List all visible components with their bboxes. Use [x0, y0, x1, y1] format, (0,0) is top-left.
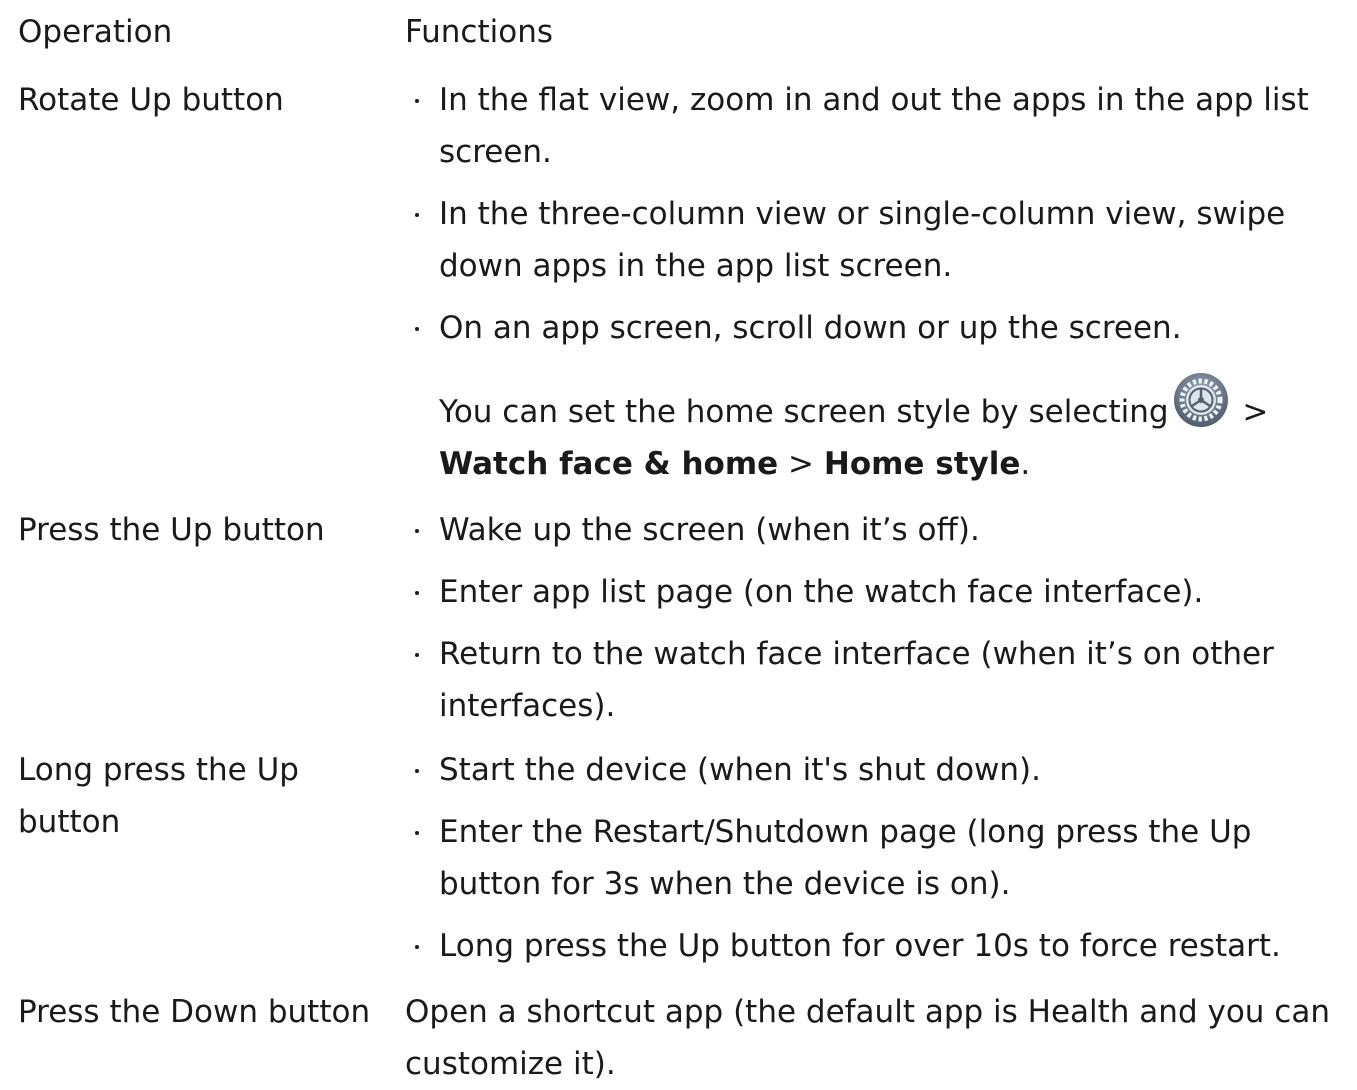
settings-gear-icon [1173, 372, 1229, 428]
function-list: Start the device (when it's shut down). … [405, 744, 1348, 972]
table-row: Rotate Up button In the flat view, zoom … [18, 74, 1348, 490]
note-prefix: You can set the home screen style by sel… [439, 394, 1169, 430]
function-list: Wake up the screen (when it’s off). Ente… [405, 504, 1348, 732]
functions-column-header: Functions [405, 14, 554, 50]
watch-face-home-label: Watch face & home [439, 446, 779, 482]
note-separator: > [778, 446, 824, 482]
home-style-label: Home style [823, 446, 1021, 482]
note-suffix: . [1020, 446, 1031, 482]
table-row: Press the Down button Open a shortcut ap… [18, 986, 1348, 1090]
function-list: In the flat view, zoom in and out the ap… [405, 74, 1348, 354]
home-style-note: You can set the home screen style by sel… [405, 372, 1348, 490]
list-item: Wake up the screen (when it’s off). [405, 504, 1348, 556]
list-item: In the flat view, zoom in and out the ap… [405, 74, 1348, 178]
list-item: On an app screen, scroll down or up the … [405, 302, 1348, 354]
functions-cell: In the flat view, zoom in and out the ap… [405, 74, 1348, 490]
list-item: Start the device (when it's shut down). [405, 744, 1348, 796]
note-separator: > [1232, 394, 1269, 430]
list-item: Enter the Restart/Shutdown page (long pr… [405, 806, 1348, 910]
table-header-row: Operation Functions [18, 6, 1348, 58]
list-item: Long press the Up button for over 10s to… [405, 920, 1348, 972]
operations-table: Operation Functions Rotate Up button In … [18, 6, 1348, 1090]
list-item: Return to the watch face interface (when… [405, 628, 1348, 732]
list-item: In the three-column view or single-colum… [405, 188, 1348, 292]
list-item: Enter app list page (on the watch face i… [405, 566, 1348, 618]
operation-cell: Press the Down button [18, 994, 371, 1030]
functions-cell: Start the device (when it's shut down). … [405, 744, 1348, 972]
functions-cell: Wake up the screen (when it’s off). Ente… [405, 504, 1348, 732]
operation-cell: Long press the Up button [18, 752, 299, 840]
operation-cell: Rotate Up button [18, 82, 284, 118]
operation-column-header: Operation [18, 14, 173, 50]
operation-cell: Press the Up button [18, 512, 325, 548]
functions-cell: Open a shortcut app (the default app is … [405, 994, 1330, 1082]
table-row: Long press the Up button Start the devic… [18, 744, 1348, 972]
table-row: Press the Up button Wake up the screen (… [18, 504, 1348, 732]
